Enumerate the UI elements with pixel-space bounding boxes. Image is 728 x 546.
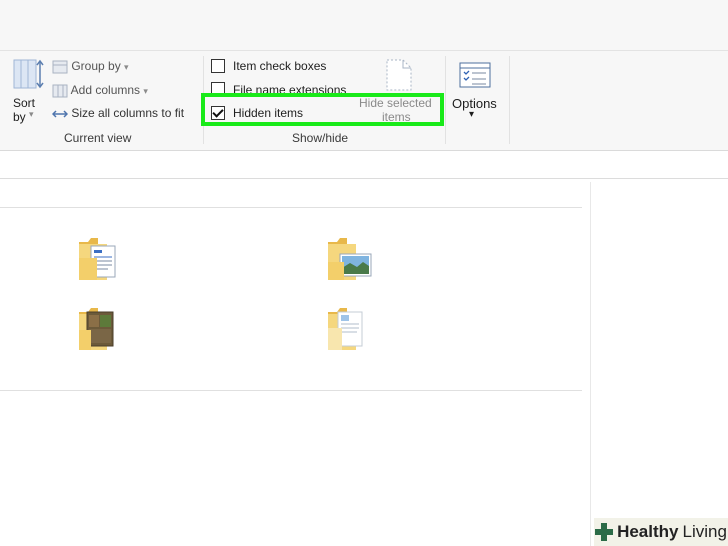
group-divider-3 — [509, 56, 510, 144]
watermark-text-bold: Healthy — [617, 522, 679, 541]
sort-by-label-2: by — [13, 110, 26, 124]
item-check-boxes-toggle[interactable]: Item check boxes — [211, 59, 341, 75]
ribbon-top-divider — [0, 50, 728, 51]
ribbon: Sort by ▾ Group by ▾ Add columns ▾ Size … — [0, 0, 728, 151]
options-icon — [459, 62, 491, 88]
options-label: Options — [452, 96, 497, 111]
options-button[interactable]: Options ▾ — [450, 58, 502, 124]
item-check-boxes-checkbox[interactable] — [211, 59, 225, 73]
group-by-icon — [52, 60, 68, 74]
hidden-items-highlight — [201, 93, 444, 126]
folder-item-files[interactable] — [327, 306, 369, 355]
size-all-columns-label: Size all columns to fit — [71, 106, 185, 120]
group-by-button[interactable]: Group by ▾ — [52, 59, 129, 74]
folder-item-photos[interactable] — [78, 306, 120, 355]
group-divider-2 — [445, 56, 446, 144]
size-columns-icon — [51, 110, 69, 118]
document-folder-icon — [79, 238, 116, 280]
plus-cross-icon — [595, 523, 614, 541]
size-all-columns-button[interactable]: Size all columns to fit — [51, 106, 185, 121]
watermark-text-light: Living — [682, 522, 727, 541]
sort-by-chevron-icon: ▾ — [29, 109, 34, 119]
sort-columns-icon — [13, 59, 44, 89]
hide-selected-items-icon — [386, 59, 412, 91]
pictures-folder-icon — [328, 238, 372, 280]
preview-pane-divider — [590, 182, 591, 546]
folder-item-documents[interactable] — [78, 236, 120, 285]
photo-folder-icon — [79, 308, 114, 350]
add-columns-button[interactable]: Add columns ▾ — [52, 83, 148, 98]
files-folder-icon — [328, 308, 363, 350]
item-check-boxes-label: Item check boxes — [233, 59, 327, 73]
group-by-label: Group by — [71, 59, 121, 73]
add-columns-label: Add columns — [70, 83, 141, 97]
options-chevron-icon: ▾ — [469, 109, 475, 120]
address-bar-divider — [0, 178, 728, 179]
content-area-top-line — [0, 207, 582, 208]
add-columns-icon — [52, 84, 68, 98]
show-hide-group-label: Show/hide — [292, 131, 349, 145]
content-area-bottom-line — [0, 390, 582, 391]
folder-item-pictures[interactable] — [327, 236, 373, 285]
sort-by-label: Sort — [13, 96, 36, 110]
watermark-logo: Healthy Living — [594, 518, 728, 546]
sort-by-button[interactable]: Sort by ▾ — [6, 58, 46, 128]
current-view-group-label: Current view — [64, 131, 132, 145]
group-by-chevron-icon: ▾ — [124, 62, 129, 72]
add-columns-chevron-icon: ▾ — [143, 86, 148, 96]
